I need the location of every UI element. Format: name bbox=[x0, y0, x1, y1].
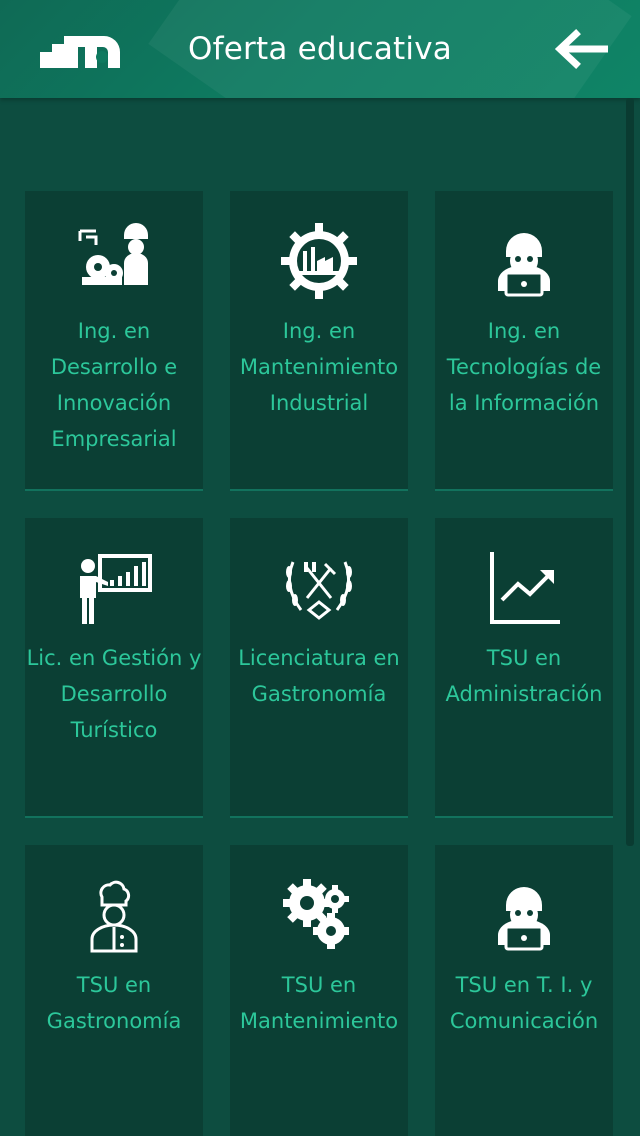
program-label: Licenciatura en Gastronomía bbox=[238, 646, 400, 706]
program-card[interactable]: Ing. en Tecnologías de la Información bbox=[435, 191, 613, 491]
engineer-gears-icon bbox=[78, 223, 148, 285]
industrial-gear-factory-icon bbox=[281, 223, 357, 299]
program-card[interactable]: Lic. en Gestión y Desarrollo Turístico bbox=[25, 518, 203, 818]
program-label: TSU en Administración bbox=[445, 646, 603, 706]
program-card[interactable]: TSU en Mantenimiento bbox=[230, 845, 408, 1136]
hacker-laptop-icon bbox=[498, 887, 550, 951]
program-label: Lic. en Gestión y Desarrollo Turístico bbox=[26, 646, 202, 742]
program-label: TSU en Mantenimiento bbox=[239, 973, 399, 1033]
program-card[interactable]: TSU en Administración bbox=[435, 518, 613, 818]
program-card[interactable]: Ing. en Desarrollo e Innovación Empresar… bbox=[25, 191, 203, 491]
hacker-laptop-icon bbox=[498, 233, 550, 297]
fork-knife-laurel-icon bbox=[286, 561, 352, 620]
app-screen: Oferta educativa Ing. en Desarrollo e In… bbox=[0, 0, 640, 1136]
program-label: Ing. en Mantenimiento Industrial bbox=[239, 319, 399, 415]
chef-icon bbox=[90, 880, 138, 953]
program-card[interactable]: TSU en Gastronomía bbox=[25, 845, 203, 1136]
growth-chart-icon bbox=[490, 552, 560, 624]
program-card[interactable]: Ing. en Mantenimiento Industrial bbox=[230, 191, 408, 491]
program-card[interactable]: TSU en T. I. y Comunicación bbox=[435, 845, 613, 1136]
gears-icon bbox=[283, 879, 349, 949]
program-label: Ing. en Desarrollo e Innovación Empresar… bbox=[50, 319, 178, 451]
presenter-chart-icon bbox=[80, 554, 152, 624]
program-label: TSU en Gastronomía bbox=[46, 973, 182, 1033]
program-grid: Ing. en Desarrollo e Innovación Empresar… bbox=[0, 0, 640, 1136]
program-label: Ing. en Tecnologías de la Información bbox=[446, 319, 602, 415]
program-card[interactable]: Licenciatura en Gastronomía bbox=[230, 518, 408, 818]
program-label: TSU en T. I. y Comunicación bbox=[449, 973, 599, 1033]
